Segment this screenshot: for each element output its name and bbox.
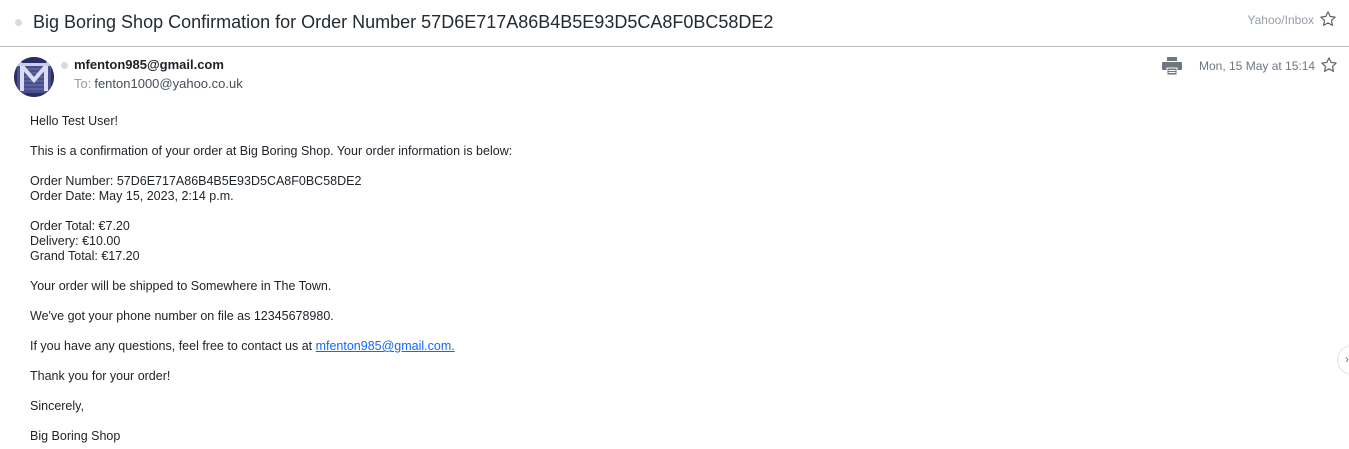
to-label: To: <box>74 76 92 91</box>
intro-text: This is a confirmation of your order at … <box>30 144 513 158</box>
recipient-line: To: fenton1000@yahoo.co.uk <box>74 76 243 91</box>
order-totals: Order Total: €7.20 Delivery: €10.00 Gran… <box>30 219 1230 264</box>
email-date: Mon, 15 May at 15:14 <box>1199 59 1316 73</box>
phone-text: We've got your phone number on file as 1… <box>30 309 334 323</box>
read-status-dot[interactable] <box>15 19 22 26</box>
avatar[interactable] <box>14 57 54 97</box>
subject-bar: Big Boring Shop Confirmation for Order N… <box>0 0 1349 47</box>
order-date: Order Date: May 15, 2023, 2:14 p.m. <box>30 189 234 203</box>
order-total: Order Total: €7.20 <box>30 219 130 233</box>
sender-email[interactable]: mfenton985@gmail.com <box>74 57 224 72</box>
thanks-text: Thank you for your order! <box>30 369 171 383</box>
order-info: Order Number: 57D6E717A86B4B5E93D5CA8F0B… <box>30 174 1230 204</box>
folder-label[interactable]: Yahoo/Inbox <box>1248 13 1315 27</box>
sign-off: Sincerely, <box>30 399 84 413</box>
email-subject: Big Boring Shop Confirmation for Order N… <box>33 12 774 32</box>
order-number: Order Number: 57D6E717A86B4B5E93D5CA8F0B… <box>30 174 362 188</box>
signature: Big Boring Shop <box>30 429 121 443</box>
grand-total: Grand Total: €17.20 <box>30 249 140 263</box>
sender-status-dot <box>61 62 68 69</box>
star-icon[interactable] <box>1320 56 1338 74</box>
questions-prefix: If you have any questions, feel free to … <box>30 339 316 353</box>
greeting: Hello Test User! <box>30 114 118 128</box>
avatar-image <box>14 57 54 97</box>
questions-text: If you have any questions, feel free to … <box>30 339 1230 354</box>
contact-email-link[interactable]: mfenton985@gmail.com. <box>316 339 455 353</box>
next-message-button[interactable]: › <box>1337 345 1349 375</box>
star-icon[interactable] <box>1319 10 1337 28</box>
print-icon[interactable] <box>1162 57 1182 75</box>
delivery-cost: Delivery: €10.00 <box>30 234 121 248</box>
email-view: Big Boring Shop Confirmation for Order N… <box>0 0 1349 449</box>
shipping-text: Your order will be shipped to Somewhere … <box>30 279 332 293</box>
recipient-email[interactable]: fenton1000@yahoo.co.uk <box>94 76 242 91</box>
email-body: Hello Test User! This is a confirmation … <box>30 114 1230 449</box>
chevron-right-icon: › <box>1345 352 1349 366</box>
